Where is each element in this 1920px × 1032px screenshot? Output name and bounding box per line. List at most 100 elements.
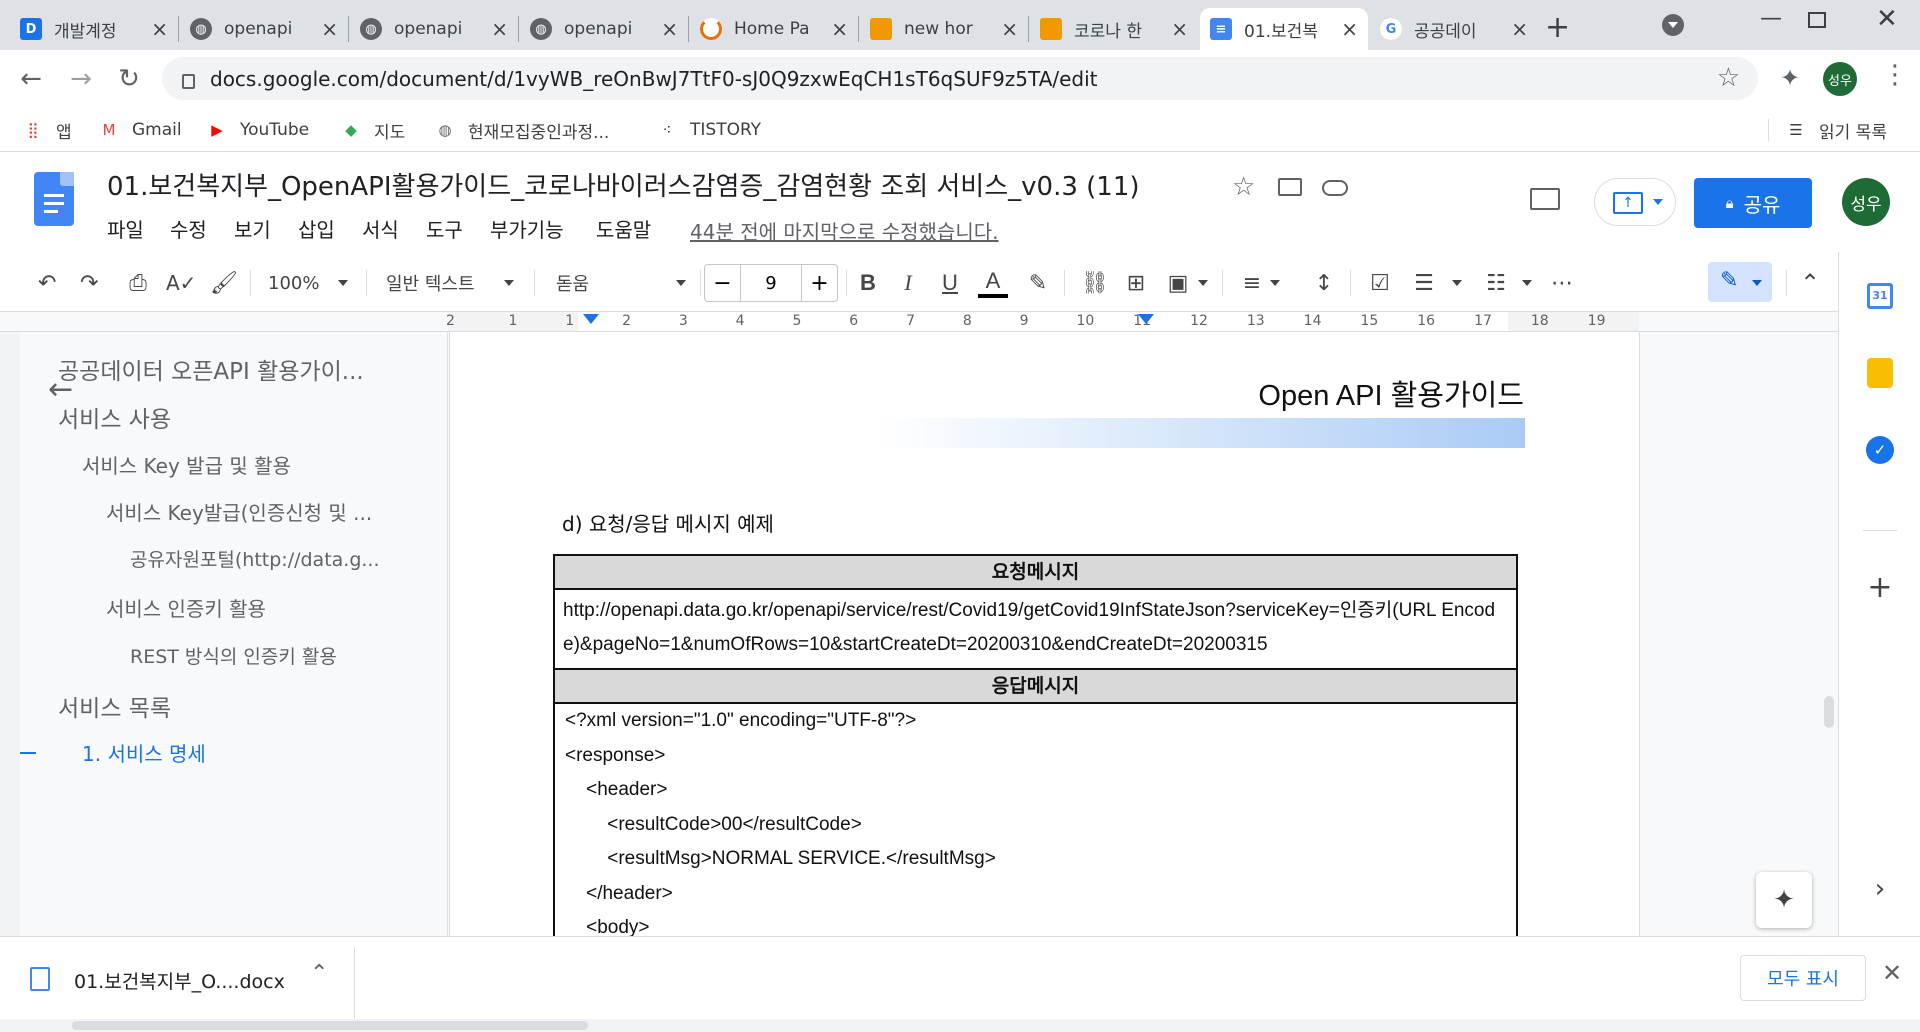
numbered-list-icon[interactable]: ☷ bbox=[1482, 268, 1510, 298]
explore-button[interactable]: ✦ bbox=[1756, 872, 1812, 928]
line-spacing-icon[interactable]: ↕ bbox=[1310, 268, 1338, 298]
chevron-down-icon[interactable] bbox=[1198, 280, 1208, 286]
spellcheck-icon[interactable]: A✓ bbox=[166, 268, 196, 298]
undo-icon[interactable]: ↶ bbox=[38, 268, 56, 298]
more-options-icon[interactable]: ⋯ bbox=[1548, 268, 1576, 298]
download-filename[interactable]: 01.보건복지부_O....docx bbox=[74, 967, 285, 994]
new-tab-button[interactable]: + bbox=[1535, 6, 1580, 48]
bookmark-3[interactable]: ▶ YouTube bbox=[206, 108, 309, 152]
chevron-up-icon[interactable]: ⌃ bbox=[310, 961, 328, 986]
decrease-font-size-button[interactable]: − bbox=[705, 265, 741, 301]
minimize-button[interactable]: — bbox=[1760, 6, 1782, 31]
tab-close-icon[interactable]: × bbox=[661, 17, 678, 41]
tab-search-icon[interactable] bbox=[1662, 14, 1684, 36]
font-size-input[interactable]: 9 bbox=[741, 265, 801, 301]
last-edit-link[interactable]: 44분 전에 마지막으로 수정했습니다. bbox=[690, 216, 998, 245]
tab-9[interactable]: G 공공데이 × bbox=[1370, 8, 1538, 50]
redo-icon[interactable]: ↷ bbox=[80, 268, 98, 298]
tab-close-icon[interactable]: × bbox=[831, 17, 848, 41]
tab-close-icon[interactable]: × bbox=[491, 17, 508, 41]
chrome-menu-icon[interactable]: ⋮ bbox=[1882, 60, 1908, 90]
text-color-icon[interactable]: A bbox=[978, 268, 1008, 298]
checklist-icon[interactable]: ☑ bbox=[1366, 268, 1394, 298]
profile-avatar[interactable]: 성우 bbox=[1823, 62, 1857, 96]
bookmark-4[interactable]: ◆ 지도 bbox=[340, 108, 405, 152]
scrollbar-thumb[interactable] bbox=[1824, 696, 1834, 728]
tab-2[interactable]: ◍ openapi × bbox=[180, 8, 348, 50]
bookmark-5[interactable]: ◍ 현재모집중인과정... bbox=[434, 108, 609, 152]
font-size-stepper[interactable]: − 9 + bbox=[704, 264, 838, 302]
paint-format-icon[interactable]: 🖌︎ bbox=[210, 268, 238, 298]
italic-icon[interactable]: I bbox=[896, 268, 920, 298]
tab-close-icon[interactable]: × bbox=[1341, 17, 1358, 41]
add-addon-icon[interactable]: + bbox=[1863, 570, 1897, 605]
outline-item[interactable]: REST 방식의 인증키 활용 bbox=[130, 642, 430, 669]
menu-item[interactable]: 수정 bbox=[170, 214, 207, 243]
insert-image-icon[interactable]: ▣ bbox=[1164, 268, 1192, 298]
outline-item[interactable]: 서비스 목록 bbox=[58, 689, 430, 723]
share-button[interactable]: 🔒︎ 공유 bbox=[1694, 178, 1812, 228]
outline-item[interactable]: 공공데이터 오픈API 활용가이... bbox=[58, 352, 430, 386]
bookmark-star-icon[interactable]: ☆ bbox=[1717, 63, 1740, 93]
close-download-bar-icon[interactable]: ✕ bbox=[1882, 959, 1902, 987]
menu-item[interactable]: 도구 bbox=[426, 214, 463, 243]
reload-button[interactable]: ↻ bbox=[112, 62, 146, 96]
left-indent-marker[interactable] bbox=[583, 314, 599, 324]
present-button[interactable]: ↑ bbox=[1594, 178, 1676, 226]
bold-icon[interactable]: B bbox=[856, 268, 880, 298]
move-folder-icon[interactable] bbox=[1278, 178, 1302, 196]
highlight-icon[interactable]: ✎ bbox=[1024, 268, 1052, 298]
keep-icon[interactable] bbox=[1863, 356, 1897, 390]
outline-item[interactable]: 서비스 Key발급(인증신청 및 ... bbox=[106, 497, 430, 526]
tab-1[interactable]: D 개발계정 × bbox=[10, 8, 178, 50]
chevron-down-icon[interactable] bbox=[1522, 280, 1532, 286]
tab-3[interactable]: ◍ openapi × bbox=[350, 8, 518, 50]
outline-item[interactable]: 공유자원포털(http://data.g... bbox=[130, 545, 430, 572]
menu-item[interactable]: 부가기능 bbox=[490, 214, 564, 243]
outline-item[interactable]: 서비스 Key 발급 및 활용 bbox=[82, 450, 430, 479]
outline-item[interactable]: 1. 서비스 명세 bbox=[82, 738, 430, 767]
chevron-down-icon[interactable] bbox=[1452, 280, 1462, 286]
menu-item[interactable]: 서식 bbox=[362, 214, 399, 243]
bulleted-list-icon[interactable]: ☰ bbox=[1410, 268, 1438, 298]
tab-7[interactable]: 코로나 한 × bbox=[1030, 8, 1198, 50]
document-page[interactable]: Open API 활용가이드 d) 요청/응답 메시지 예제 요청메시지 htt… bbox=[449, 332, 1640, 936]
extensions-icon[interactable]: ✦ bbox=[1780, 64, 1800, 92]
tab-8[interactable]: ≡ 01.보건복 × bbox=[1200, 8, 1368, 50]
tab-close-icon[interactable]: × bbox=[1511, 17, 1528, 41]
zoom-select[interactable]: 100% bbox=[268, 268, 358, 298]
bookmark-1[interactable]: ⣿ 앱 bbox=[22, 108, 72, 152]
docs-logo-icon[interactable] bbox=[34, 172, 74, 226]
align-left-icon[interactable]: ≡ bbox=[1238, 268, 1266, 298]
right-indent-marker[interactable] bbox=[1138, 314, 1154, 324]
cloud-saved-icon[interactable] bbox=[1322, 180, 1348, 196]
show-all-button[interactable]: 모두 표시 bbox=[1740, 955, 1866, 1001]
style-select[interactable]: 일반 텍스트 bbox=[386, 268, 518, 298]
forward-button[interactable]: → bbox=[64, 62, 98, 96]
back-button[interactable]: ← bbox=[14, 62, 48, 96]
close-window-button[interactable]: ✕ bbox=[1876, 4, 1898, 34]
outline-item[interactable]: 서비스 사용 bbox=[58, 400, 430, 434]
font-select[interactable]: 돋움 bbox=[556, 268, 690, 298]
tab-6[interactable]: new hor × bbox=[860, 8, 1028, 50]
bookmark-2[interactable]: M Gmail bbox=[98, 108, 182, 152]
tab-close-icon[interactable]: × bbox=[151, 17, 168, 41]
calendar-icon[interactable]: 31 bbox=[1863, 279, 1897, 313]
underline-icon[interactable]: U bbox=[938, 268, 962, 298]
add-comment-icon[interactable]: ⊞ bbox=[1122, 268, 1150, 298]
account-avatar[interactable]: 성우 bbox=[1842, 178, 1890, 226]
comments-icon[interactable] bbox=[1530, 188, 1560, 210]
bookmark-6[interactable]: ⁖ TISTORY bbox=[656, 108, 761, 152]
link-icon[interactable]: ⛓︎ bbox=[1080, 268, 1110, 298]
increase-font-size-button[interactable]: + bbox=[801, 265, 837, 301]
tab-close-icon[interactable]: × bbox=[1171, 17, 1188, 41]
tab-5[interactable]: Home Pa × bbox=[690, 8, 858, 50]
star-icon[interactable]: ☆ bbox=[1232, 172, 1255, 202]
tab-4[interactable]: ◍ openapi × bbox=[520, 8, 688, 50]
menu-item[interactable]: 도움말 bbox=[596, 214, 651, 243]
menu-item[interactable]: 파일 bbox=[107, 214, 144, 243]
collapse-toolbar-icon[interactable]: ⌃ bbox=[1796, 268, 1824, 298]
document-title[interactable]: 01.보건복지부_OpenAPI활용가이드_코로나바이러스감염증_감염현황 조회… bbox=[107, 166, 1140, 203]
outline-item[interactable]: 서비스 인증키 활용 bbox=[106, 593, 430, 622]
editing-mode-button[interactable]: ✎ bbox=[1708, 262, 1772, 302]
